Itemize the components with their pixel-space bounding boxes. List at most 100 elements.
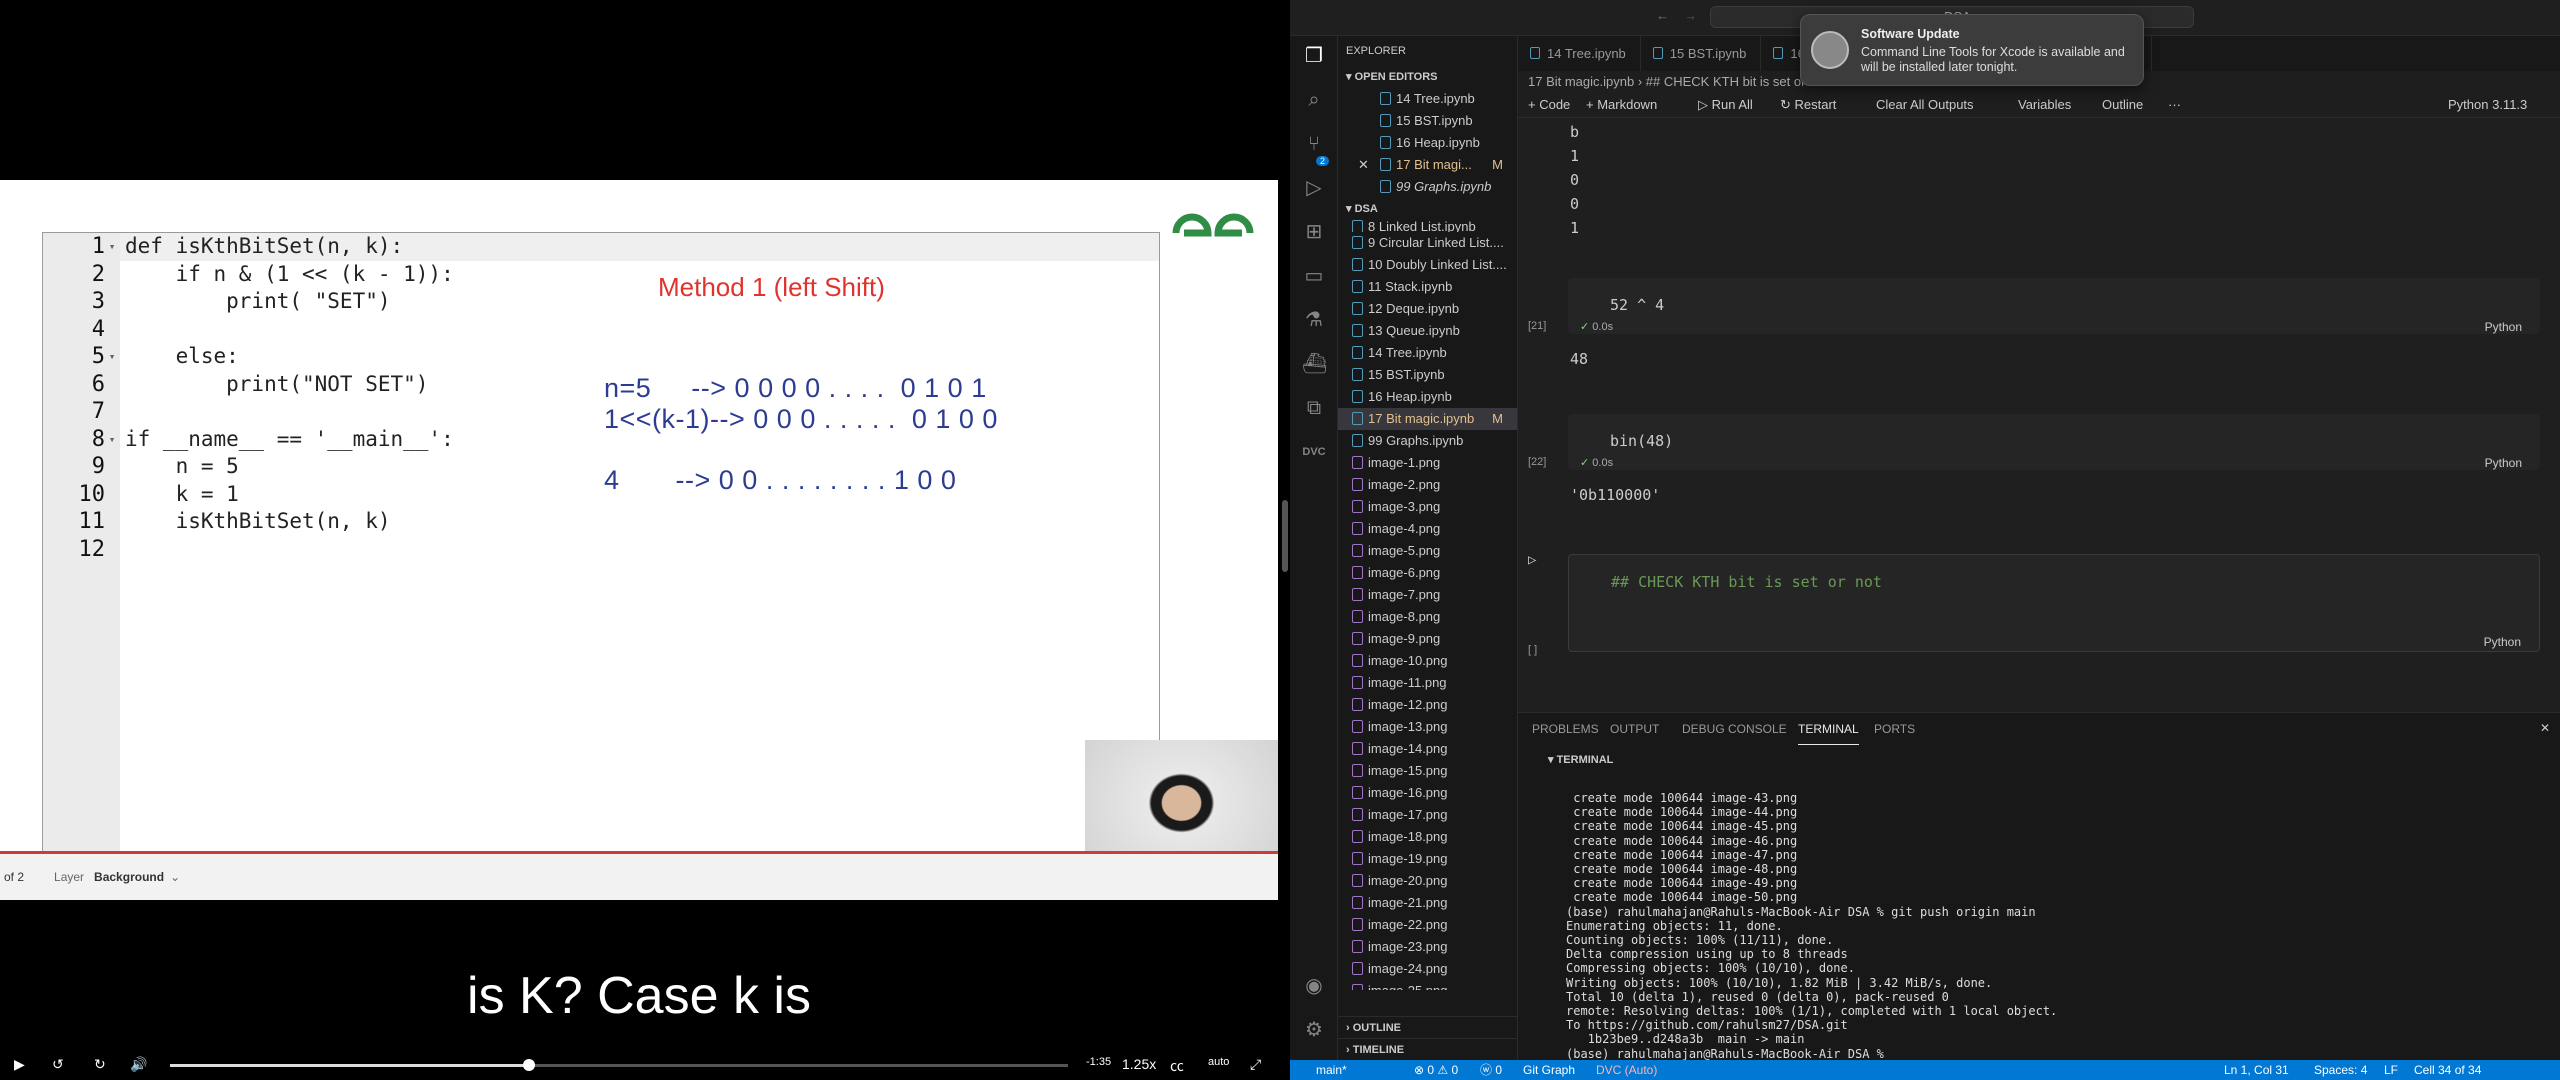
breadcrumb[interactable]: 17 Bit magic.ipynb › ## CHECK KTH bit is… bbox=[1528, 72, 1827, 92]
file-item[interactable]: image-2.png bbox=[1338, 474, 1517, 496]
volume-icon[interactable]: 🔊 bbox=[130, 1056, 147, 1073]
open-editor-item[interactable]: ✕ 17 Bit magi... M bbox=[1338, 154, 1517, 176]
panel-tab[interactable]: TERMINAL bbox=[1798, 713, 1859, 745]
file-item[interactable]: 9 Circular Linked List.... bbox=[1338, 232, 1517, 254]
file-item[interactable]: image-8.png bbox=[1338, 606, 1517, 628]
editor-tab[interactable]: 14 Tree.ipynb bbox=[1518, 36, 1641, 71]
outline-header[interactable]: › OUTLINE bbox=[1338, 1016, 1517, 1038]
markdown-cell[interactable]: ## CHECK KTH bit is set or not Python bbox=[1568, 554, 2540, 652]
file-item[interactable]: image-25.png bbox=[1338, 980, 1517, 990]
file-item[interactable]: 12 Deque.ipynb bbox=[1338, 298, 1517, 320]
clear-outputs-button[interactable]: Clear All Outputs bbox=[1876, 92, 1974, 118]
restart-button[interactable]: ↻ Restart bbox=[1780, 92, 1836, 118]
captions-icon[interactable]: ㏄ bbox=[1170, 1056, 1184, 1076]
open-editor-item[interactable]: 99 Graphs.ipynb bbox=[1338, 176, 1517, 198]
outline-button[interactable]: Outline bbox=[2102, 92, 2143, 118]
variables-button[interactable]: Variables bbox=[2018, 92, 2071, 118]
git-branch[interactable]: main* bbox=[1316, 1060, 1347, 1080]
forward-arrow-icon[interactable]: → bbox=[1684, 8, 1697, 23]
file-item[interactable]: image-15.png bbox=[1338, 760, 1517, 782]
close-icon[interactable]: ✕ bbox=[2540, 721, 2550, 735]
search-icon[interactable]: ⌕ bbox=[1302, 88, 1326, 112]
settings-gear-icon[interactable]: ⚙ bbox=[1302, 1018, 1326, 1042]
run-all-button[interactable]: ▷ Run All bbox=[1698, 92, 1753, 118]
file-item[interactable]: 15 BST.ipynb bbox=[1338, 364, 1517, 386]
file-item[interactable]: image-13.png bbox=[1338, 716, 1517, 738]
file-item[interactable]: image-23.png bbox=[1338, 936, 1517, 958]
back-arrow-icon[interactable]: ← bbox=[1656, 8, 1669, 23]
cell-language[interactable]: Python bbox=[2485, 456, 2522, 470]
file-item[interactable]: image-4.png bbox=[1338, 518, 1517, 540]
file-item[interactable]: image-20.png bbox=[1338, 870, 1517, 892]
panel-tab[interactable]: PORTS bbox=[1874, 713, 1915, 745]
file-item[interactable]: image-6.png bbox=[1338, 562, 1517, 584]
close-icon[interactable]: ✕ bbox=[1358, 154, 1369, 176]
file-item[interactable]: 11 Stack.ipynb bbox=[1338, 276, 1517, 298]
extensions-icon[interactable]: ⊞ bbox=[1302, 220, 1326, 244]
cell-code[interactable]: bin(48) bbox=[1610, 432, 1673, 450]
panel-tab[interactable]: OUTPUT bbox=[1610, 713, 1659, 745]
docker-icon[interactable]: ⛴ bbox=[1302, 352, 1327, 376]
account-icon[interactable]: ◉ bbox=[1302, 974, 1326, 998]
run-debug-icon[interactable]: ▷ bbox=[1302, 176, 1326, 200]
cell-code[interactable]: ## CHECK KTH bit is set or not bbox=[1611, 573, 1882, 591]
file-item[interactable]: 8 Linked List.ipynb bbox=[1338, 220, 1517, 232]
panel-tab[interactable]: DEBUG CONSOLE bbox=[1682, 713, 1787, 745]
file-item[interactable]: image-17.png bbox=[1338, 804, 1517, 826]
file-item[interactable]: image-10.png bbox=[1338, 650, 1517, 672]
cell-code[interactable]: 52 ^ 4 bbox=[1610, 296, 1664, 314]
dvc-icon[interactable]: DVC bbox=[1302, 440, 1326, 464]
remote-explorer-icon[interactable]: ▭ bbox=[1302, 264, 1326, 288]
open-editor-item[interactable]: 15 BST.ipynb bbox=[1338, 110, 1517, 132]
add-markdown-button[interactable]: + Markdown bbox=[1586, 92, 1657, 118]
file-item[interactable]: image-1.png bbox=[1338, 452, 1517, 474]
code-cell[interactable]: 52 ^ 4 ✓ 0.0s Python bbox=[1568, 278, 2540, 334]
progress-knob[interactable] bbox=[523, 1059, 536, 1071]
file-item[interactable]: 13 Queue.ipynb bbox=[1338, 320, 1517, 342]
dvc-status[interactable]: DVC (Auto) bbox=[1596, 1060, 1657, 1080]
end-of-line[interactable]: LF bbox=[2384, 1060, 2398, 1080]
kernel-picker[interactable]: Python 3.11.3 bbox=[2448, 92, 2527, 118]
notification[interactable]: Software Update Command Line Tools for X… bbox=[1800, 14, 2144, 86]
code-cell[interactable]: bin(48) ✓ 0.0s Python bbox=[1568, 414, 2540, 470]
file-item[interactable]: image-14.png bbox=[1338, 738, 1517, 760]
file-item[interactable]: image-12.png bbox=[1338, 694, 1517, 716]
testing-icon[interactable]: ⚗ bbox=[1302, 308, 1326, 332]
quality-button[interactable]: auto bbox=[1208, 1056, 1229, 1068]
file-item[interactable]: 17 Bit magic.ipynb M bbox=[1338, 408, 1517, 430]
file-item[interactable]: 16 Heap.ipynb bbox=[1338, 386, 1517, 408]
rewind-icon[interactable]: ↺ bbox=[52, 1056, 64, 1073]
file-item[interactable]: image-19.png bbox=[1338, 848, 1517, 870]
play-icon[interactable]: ▶ bbox=[14, 1056, 25, 1073]
forward-icon[interactable]: ↻ bbox=[94, 1056, 106, 1073]
panel-tab[interactable]: PROBLEMS bbox=[1532, 713, 1599, 745]
open-editor-item[interactable]: 16 Heap.ipynb bbox=[1338, 132, 1517, 154]
open-editors-header[interactable]: ▾ OPEN EDITORS bbox=[1338, 66, 1517, 88]
speed-button[interactable]: 1.25x bbox=[1122, 1056, 1156, 1072]
file-item[interactable]: 99 Graphs.ipynb bbox=[1338, 430, 1517, 452]
terminal-output[interactable]: create mode 100644 image-43.png create m… bbox=[1566, 791, 2057, 1061]
chevron-down-icon[interactable]: ⌄ bbox=[170, 870, 180, 884]
run-cell-icon[interactable]: ▷ bbox=[1528, 552, 1536, 568]
file-item[interactable]: image-9.png bbox=[1338, 628, 1517, 650]
ports-count[interactable]: ⓦ 0 bbox=[1480, 1060, 1502, 1080]
file-item[interactable]: image-22.png bbox=[1338, 914, 1517, 936]
containers-icon[interactable]: ⧉ bbox=[1302, 396, 1326, 420]
cursor-position[interactable]: Ln 1, Col 31 bbox=[2224, 1060, 2289, 1080]
editor-tab[interactable]: 15 BST.ipynb bbox=[1641, 36, 1762, 71]
file-item[interactable]: image-3.png bbox=[1338, 496, 1517, 518]
git-graph[interactable]: Git Graph bbox=[1523, 1060, 1575, 1080]
file-item[interactable]: image-24.png bbox=[1338, 958, 1517, 980]
cell-indicator[interactable]: Cell 34 of 34 bbox=[2414, 1060, 2481, 1080]
source-control-icon[interactable]: ⑂ bbox=[1302, 132, 1326, 156]
video-player[interactable]: 1 ▾ def isKthBitSet(n, k): 2 if n & (1 << (… bbox=[0, 0, 1288, 1080]
cell-language[interactable]: Python bbox=[2485, 320, 2522, 334]
indentation[interactable]: Spaces: 4 bbox=[2314, 1060, 2367, 1080]
timeline-header[interactable]: › TIMELINE bbox=[1338, 1038, 1517, 1060]
file-item[interactable]: image-18.png bbox=[1338, 826, 1517, 848]
cell-language[interactable]: Python bbox=[2484, 635, 2521, 649]
file-item[interactable]: image-7.png bbox=[1338, 584, 1517, 606]
file-item[interactable]: image-11.png bbox=[1338, 672, 1517, 694]
file-item[interactable]: 10 Doubly Linked List.... bbox=[1338, 254, 1517, 276]
open-editor-item[interactable]: 14 Tree.ipynb bbox=[1338, 88, 1517, 110]
